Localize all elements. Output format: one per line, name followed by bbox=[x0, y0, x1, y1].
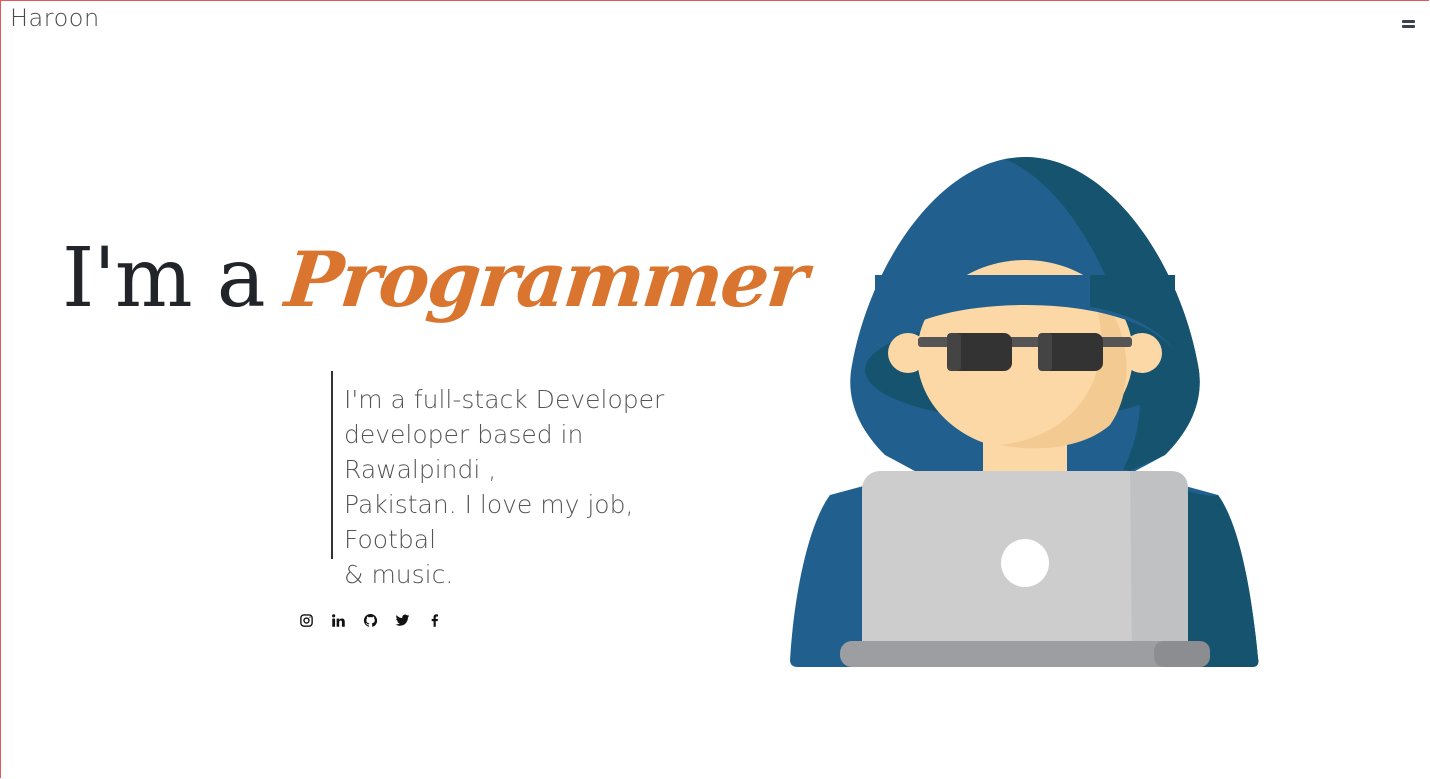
hero-prefix: I'm a bbox=[62, 231, 266, 326]
social-link-twitter[interactable] bbox=[386, 610, 418, 630]
social-link-github[interactable] bbox=[354, 610, 386, 630]
bio-text: I'm a full-stack Developer developer bas… bbox=[331, 371, 665, 592]
brand-logo[interactable]: Haroon bbox=[10, 2, 100, 34]
bio-line: I'm a full-stack Developer bbox=[344, 385, 665, 414]
bio-block: I'm a full-stack Developer developer bas… bbox=[331, 371, 665, 592]
twitter-icon bbox=[395, 614, 409, 626]
social-link-instagram[interactable] bbox=[290, 610, 322, 630]
bio-line: Footbal bbox=[344, 525, 437, 554]
social-link-facebook[interactable] bbox=[418, 610, 450, 630]
social-links bbox=[290, 610, 450, 630]
bio-accent-bar bbox=[331, 371, 333, 559]
instagram-icon bbox=[299, 613, 313, 627]
linkedin-icon bbox=[331, 613, 345, 627]
hamburger-icon bbox=[1402, 20, 1415, 23]
social-link-linkedin[interactable] bbox=[322, 610, 354, 630]
menu-button[interactable] bbox=[1402, 17, 1416, 31]
hero-role: Programmer bbox=[281, 235, 811, 324]
github-icon bbox=[363, 613, 377, 627]
laptop-logo bbox=[1001, 539, 1049, 587]
bio-line: developer based in bbox=[344, 420, 584, 449]
hamburger-icon-line bbox=[1402, 25, 1415, 28]
programmer-illustration bbox=[790, 157, 1259, 667]
hero-title: I'm a Programmer bbox=[62, 235, 810, 324]
bio-line: & music. bbox=[344, 560, 454, 589]
bio-line: Pakistan. I love my job, bbox=[344, 490, 634, 519]
facebook-icon bbox=[431, 613, 438, 627]
bio-line: Rawalpindi , bbox=[344, 455, 497, 484]
